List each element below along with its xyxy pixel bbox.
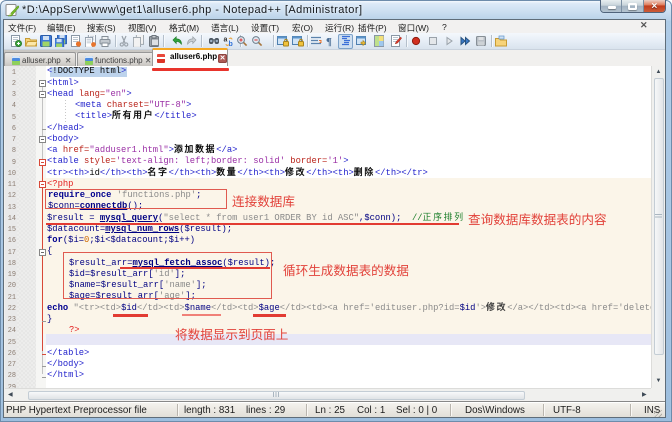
svg-text:¶: ¶ [326, 36, 332, 47]
svg-text:a: a [224, 37, 228, 44]
svg-text:b: b [229, 41, 233, 47]
